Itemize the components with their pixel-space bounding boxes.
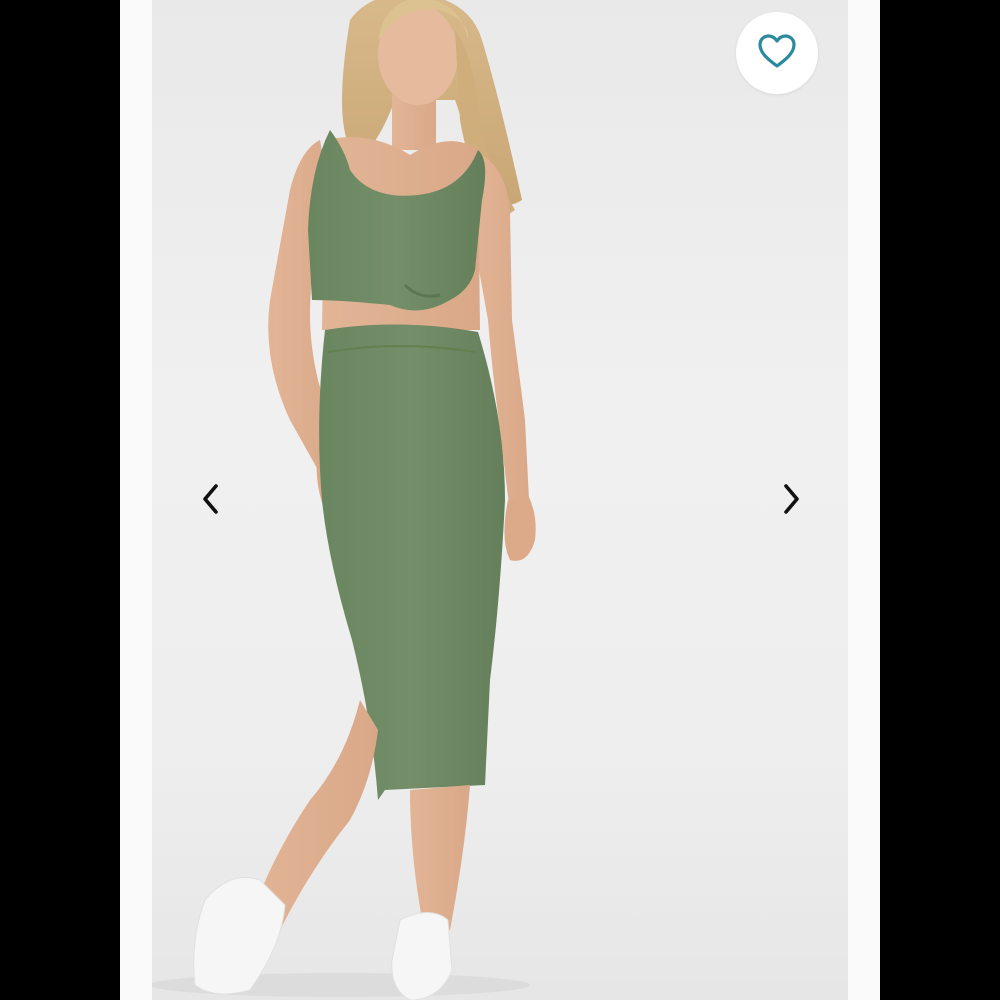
- letterbox-left: [0, 0, 120, 1000]
- prev-image-button[interactable]: [191, 481, 231, 521]
- chevron-right-icon: [781, 483, 801, 520]
- favorite-button[interactable]: [736, 12, 818, 94]
- product-photo: [152, 0, 848, 1000]
- model-illustration: [152, 0, 536, 1000]
- chevron-left-icon: [201, 483, 221, 520]
- next-image-button[interactable]: [771, 481, 811, 521]
- heart-outline-icon: [756, 32, 798, 75]
- image-viewer: [0, 0, 1000, 1000]
- letterbox-right: [880, 0, 1000, 1000]
